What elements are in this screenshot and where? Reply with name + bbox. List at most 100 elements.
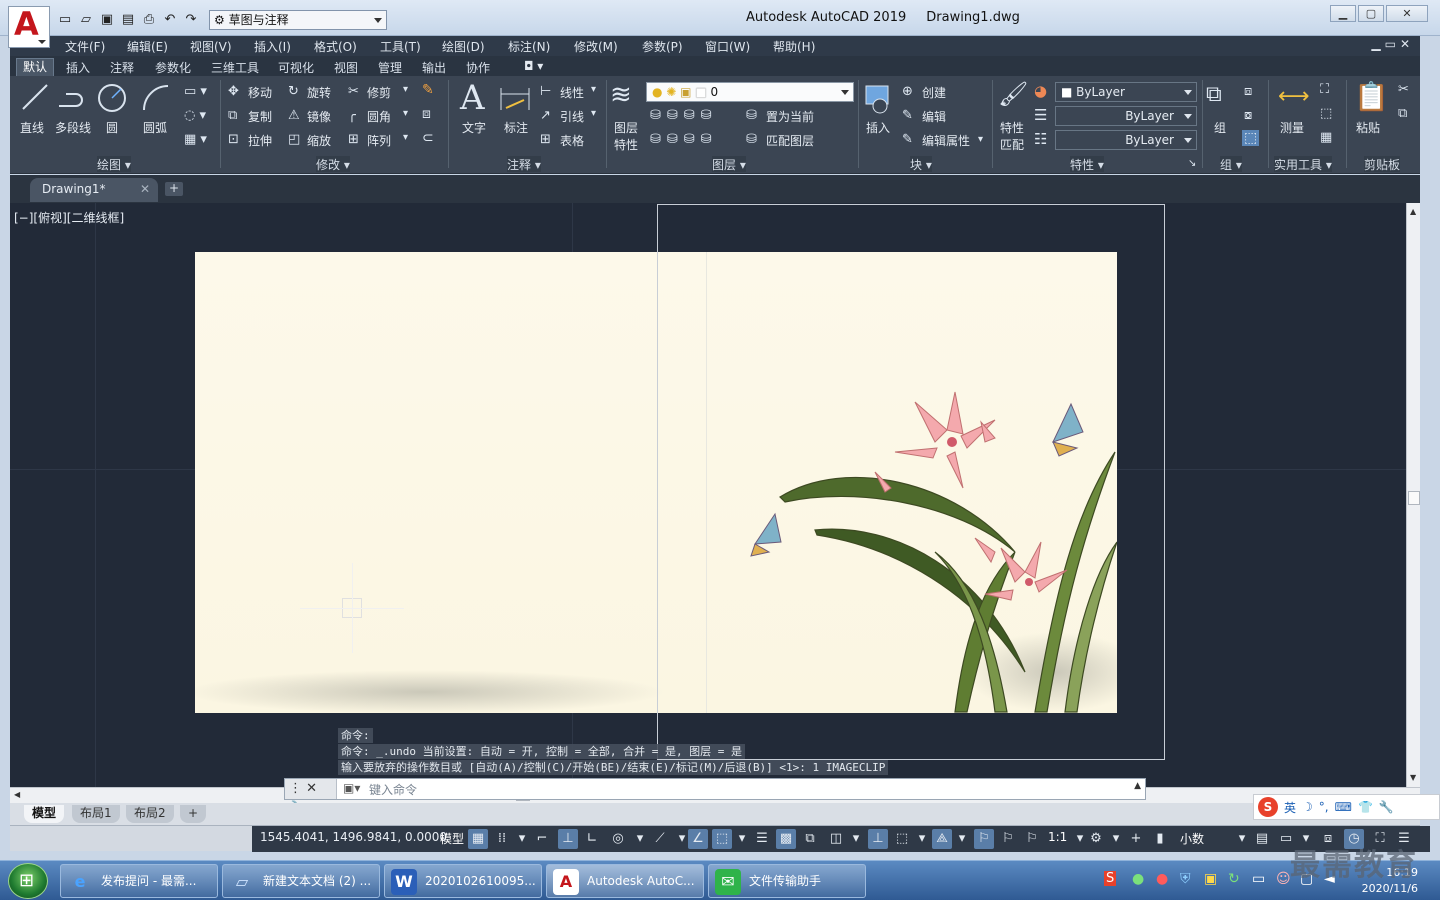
group-button[interactable]: 组 xyxy=(1214,119,1226,136)
arc-button[interactable]: 圆弧 xyxy=(143,119,167,136)
groups-panel-title[interactable]: 组 ▾ xyxy=(1220,156,1242,172)
new-file-icon[interactable]: ▭ xyxy=(56,11,74,29)
paste-button[interactable]: 粘贴 xyxy=(1356,119,1380,136)
object-snap-dropdown-icon[interactable]: ▾ xyxy=(732,829,752,849)
punctuation-icon[interactable]: °, xyxy=(1319,800,1329,814)
taskbar-item-ie[interactable]: e 发布提问 - 最需... xyxy=(60,864,218,898)
select-all-icon[interactable]: ⬚ xyxy=(1320,106,1332,121)
units-icon[interactable]: ▮ xyxy=(1150,829,1170,849)
scroll-down-icon[interactable]: ▼ xyxy=(1410,773,1416,782)
array-dropdown-icon[interactable]: ▾ xyxy=(403,132,408,143)
transparency-icon[interactable]: ▩ xyxy=(776,829,796,849)
tab-layout1[interactable]: 布局1 xyxy=(72,805,120,823)
tab-3d-tools[interactable]: 三维工具 xyxy=(211,59,259,76)
object-snap-icon[interactable]: ⬚ xyxy=(712,829,732,849)
scroll-thumb[interactable] xyxy=(1408,491,1420,505)
taskbar-item-autocad[interactable]: A Autodesk AutoC... xyxy=(546,864,704,898)
auto-scale-icon[interactable]: ⚐ xyxy=(998,829,1018,849)
selection-filter-icon[interactable]: ⬚ xyxy=(892,829,912,849)
leader-button[interactable]: 引线 xyxy=(560,108,584,125)
properties-launcher-icon[interactable]: ↘ xyxy=(1188,158,1196,169)
copy-button[interactable]: 复制 xyxy=(248,108,272,125)
modify-panel-title[interactable]: 修改 ▾ xyxy=(316,156,350,172)
edit-attribute-button[interactable]: 编辑属性 xyxy=(922,132,970,149)
grid-icon[interactable]: ▦ xyxy=(468,829,488,849)
measure-button[interactable]: 测量 xyxy=(1280,119,1304,136)
group-edit-icon[interactable]: ⧇ xyxy=(1244,108,1252,123)
annotation-panel-title[interactable]: 注释 ▾ xyxy=(507,156,541,172)
open-file-icon[interactable]: ▱ xyxy=(77,11,95,29)
layer-dropdown[interactable]: ● ✺ ▣ ■ 0 xyxy=(646,82,854,102)
menu-window[interactable]: 窗口(W) xyxy=(705,38,750,55)
viewport-controls[interactable]: [−][俯视][二维线框] xyxy=(14,209,124,226)
close-command-icon[interactable]: ✕ xyxy=(306,781,317,796)
keyboard-icon[interactable]: ⌨ xyxy=(1335,800,1352,814)
3d-osnap-icon[interactable]: ◫ xyxy=(826,829,846,849)
polyline-button[interactable]: 多段线 xyxy=(55,119,91,136)
trim-dropdown-icon[interactable]: ▾ xyxy=(403,84,408,95)
cut-icon[interactable]: ✂ xyxy=(1398,82,1409,97)
trim-button[interactable]: 修剪 xyxy=(367,84,391,101)
erase-icon[interactable]: ✎ xyxy=(422,82,434,98)
workspace-dropdown-icon[interactable]: ▾ xyxy=(1106,829,1126,849)
drawing-tab[interactable]: Drawing1* ✕ xyxy=(30,178,158,202)
drawing-canvas[interactable]: [−][俯视][二维线框] 命令: 命令: _.undo 当前设置: 自动 = … xyxy=(10,203,1406,787)
security-tray-icon[interactable]: ⛨ xyxy=(1180,871,1191,887)
save-as-icon[interactable]: ▤ xyxy=(119,11,137,29)
tab-default[interactable]: 默认 xyxy=(16,58,55,76)
menu-modify[interactable]: 修改(M) xyxy=(574,38,618,55)
stretch-button[interactable]: 拉伸 xyxy=(248,132,272,149)
quick-properties-icon[interactable]: ▤ xyxy=(1252,829,1272,849)
vertical-scrollbar[interactable]: ▲ ▼ xyxy=(1406,203,1420,787)
settings-icon[interactable]: 🔧 xyxy=(1379,800,1394,814)
scroll-left-icon[interactable]: ◀ xyxy=(14,790,20,799)
selection-cycling-icon[interactable]: ⧉ xyxy=(800,829,820,849)
start-button[interactable]: ⊞ xyxy=(8,863,48,899)
sogou-tray-icon[interactable]: S xyxy=(1104,871,1117,886)
minimize-button[interactable]: ▁ xyxy=(1330,5,1356,22)
taskbar-item-word[interactable]: W 2020102610095... xyxy=(384,864,542,898)
battery-tray-icon[interactable]: ▭ xyxy=(1252,871,1265,887)
insert-block-button[interactable]: 插入 xyxy=(866,119,890,136)
3d-osnap-dropdown-icon[interactable]: ▾ xyxy=(846,829,866,849)
wechat-tray-icon[interactable]: ● xyxy=(1132,871,1144,887)
add-layout-button[interactable]: + xyxy=(180,805,207,823)
close-button[interactable]: ✕ xyxy=(1386,5,1428,22)
command-line[interactable]: ⋮ ✕ 🔧 ▣▾ 键入命令 ▲ xyxy=(284,778,1146,816)
fillet-dropdown-icon[interactable]: ▾ xyxy=(403,108,408,119)
scale-button[interactable]: 缩放 xyxy=(307,132,331,149)
menu-tools[interactable]: 工具(T) xyxy=(380,38,421,55)
doc-window-controls[interactable]: ▁▭✕ xyxy=(1371,37,1414,51)
group-select-icon[interactable]: ⬚ xyxy=(1242,130,1260,146)
print-icon[interactable]: ⎙ xyxy=(140,11,158,29)
annotation-scale-value[interactable]: 1:1 xyxy=(1048,830,1067,844)
annotation-scale-icon[interactable]: ⚐ xyxy=(1022,829,1042,849)
menu-view[interactable]: 视图(V) xyxy=(190,38,232,55)
move-button[interactable]: 移动 xyxy=(248,84,272,101)
ime-language-toggle[interactable]: 英 xyxy=(1284,799,1296,816)
snap-icon[interactable]: ⁞⁞ xyxy=(492,829,512,849)
leader-dropdown-icon[interactable]: ▾ xyxy=(591,108,596,119)
dynamic-input-icon[interactable]: ⊥ xyxy=(558,829,578,849)
gizmo-dropdown-icon[interactable]: ▾ xyxy=(952,829,972,849)
annotation-visibility-icon[interactable]: ⚐ xyxy=(974,829,994,849)
clipboard-panel-title[interactable]: 剪贴板 xyxy=(1364,156,1401,172)
undo-icon[interactable]: ↶ xyxy=(161,11,179,29)
infer-constraints-icon[interactable]: ⌐ xyxy=(532,829,552,849)
polar-dropdown-icon[interactable]: ▾ xyxy=(630,829,650,849)
hatch-icon[interactable]: ◌ ▾ xyxy=(184,108,206,123)
command-input[interactable]: 键入命令 xyxy=(369,781,417,798)
tab-output[interactable]: 输出 xyxy=(422,59,446,76)
tab-collaborate[interactable]: 协作 xyxy=(466,59,490,76)
layers-panel-title[interactable]: 图层 ▾ xyxy=(712,156,746,172)
create-block-button[interactable]: 创建 xyxy=(922,84,946,101)
ribbon-options-icon[interactable]: ◘ ▾ xyxy=(524,59,543,73)
utilities-panel-title[interactable]: 实用工具 ▾ xyxy=(1274,156,1332,172)
polar-icon[interactable]: ◎ xyxy=(608,829,628,849)
lineweight-dropdown[interactable]: ByLayer xyxy=(1055,130,1197,150)
app-menu-button[interactable]: A xyxy=(8,5,50,48)
menu-insert[interactable]: 插入(I) xyxy=(254,38,291,55)
redo-icon[interactable]: ↷ xyxy=(182,11,200,29)
close-tab-icon[interactable]: ✕ xyxy=(140,178,150,200)
tab-layout2[interactable]: 布局2 xyxy=(126,805,174,823)
